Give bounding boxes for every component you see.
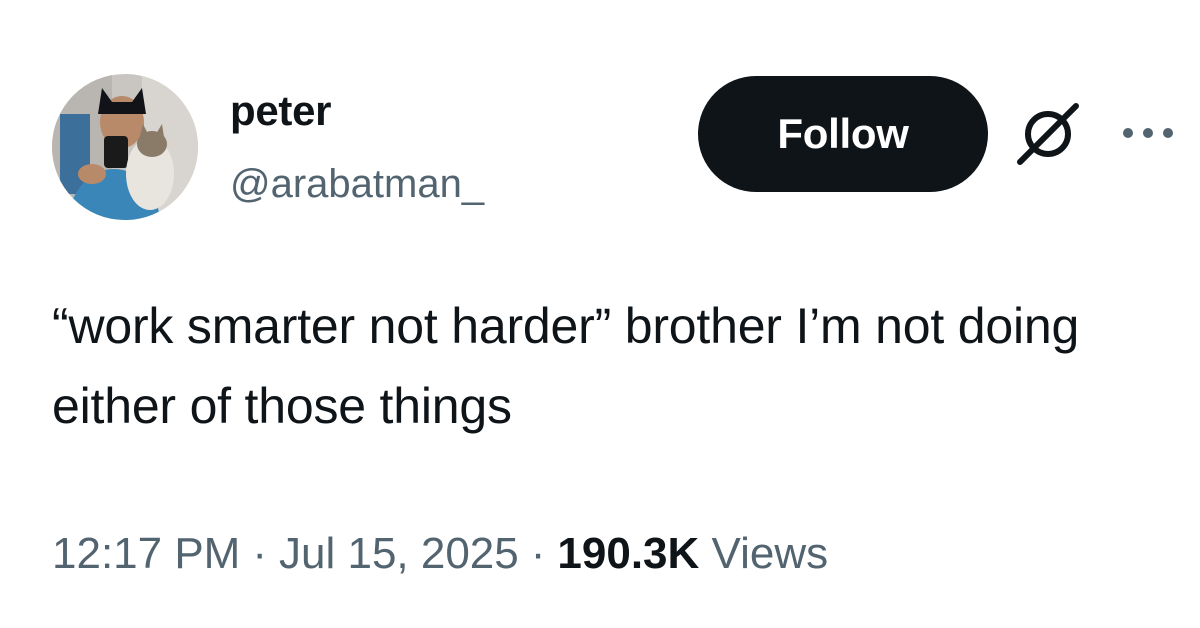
tweet-time[interactable]: 12:17 PM (52, 529, 240, 578)
meta-separator: · (252, 529, 267, 578)
user-handle[interactable]: @arabatman_ (230, 160, 484, 208)
views-label: Views (711, 529, 829, 578)
tweet-date[interactable]: Jul 15, 2025 (279, 529, 519, 578)
follow-button[interactable]: Follow (698, 76, 988, 192)
views-count: 190.3K (557, 529, 700, 578)
more-options-icon[interactable] (1118, 118, 1178, 148)
avatar[interactable] (52, 74, 198, 220)
tweet-meta: 12:17 PM · Jul 15, 2025 · 190.3K Views (52, 526, 828, 582)
display-name[interactable]: peter (230, 86, 332, 136)
avatar-photo-icon (52, 74, 198, 220)
tweet-text: “work smarter not harder” brother I’m no… (52, 298, 1080, 434)
meta-separator: · (530, 529, 546, 578)
grok-icon[interactable] (1012, 100, 1084, 168)
